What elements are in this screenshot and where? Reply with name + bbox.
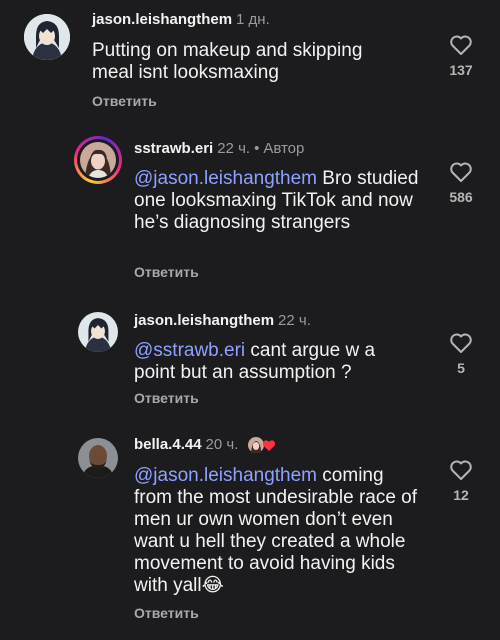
- like-button[interactable]: 12: [441, 459, 481, 503]
- avatar[interactable]: [24, 14, 70, 60]
- story-ring[interactable]: [74, 136, 122, 184]
- avatar-photo-icon: [78, 438, 118, 478]
- comment-item: sstrawb.eri 22 ч. • Автор @jason.leishangth…: [0, 120, 500, 290]
- like-button[interactable]: 5: [441, 332, 481, 376]
- mention-link[interactable]: @jason.leishangthem: [134, 465, 317, 486]
- comment-header: jason.leishangthem 22 ч.: [134, 312, 311, 329]
- reply-button[interactable]: Ответить: [134, 264, 199, 280]
- author-liked-badge: [247, 436, 277, 454]
- avatar[interactable]: [78, 438, 118, 478]
- avatar-anime-portrait-icon: [78, 312, 118, 352]
- avatar-anime-portrait-icon: [24, 14, 70, 60]
- like-count: 5: [457, 360, 465, 376]
- comment-body: Putting on makeup and skipping meal isnt…: [92, 40, 363, 83]
- timestamp: 20 ч.: [205, 436, 239, 453]
- like-button[interactable]: 586: [441, 161, 481, 205]
- reply-button[interactable]: Ответить: [92, 93, 157, 109]
- timestamp: 1 дн.: [236, 11, 270, 28]
- avatar[interactable]: [78, 312, 118, 352]
- heart-outline-icon: [450, 35, 472, 55]
- like-count: 586: [449, 189, 473, 205]
- reply-button[interactable]: Ответить: [134, 390, 199, 406]
- avatar-photo-icon: [80, 142, 116, 178]
- heart-outline-icon: [450, 333, 472, 353]
- mention-link[interactable]: @jason.leishangthem: [134, 168, 317, 189]
- username[interactable]: jason.leishangthem: [134, 312, 274, 329]
- comment-text: @jason.leishangthem coming from the most…: [134, 465, 424, 597]
- like-count: 12: [453, 487, 469, 503]
- comment-text: Putting on makeup and skipping meal isnt…: [92, 40, 392, 84]
- timestamp: 22 ч.: [217, 140, 251, 157]
- mention-link[interactable]: @sstrawb.eri: [134, 340, 245, 361]
- reply-button[interactable]: Ответить: [134, 605, 199, 621]
- username[interactable]: bella.4.44: [134, 436, 202, 453]
- heart-outline-icon: [450, 460, 472, 480]
- username[interactable]: jason.leishangthem: [92, 11, 232, 28]
- comment-text: @jason.leishangthem Bro studied one look…: [134, 168, 424, 234]
- comment-item: jason.leishangthem 1 дн. Putting on makeu…: [0, 0, 500, 120]
- author-badge: Автор: [263, 140, 305, 157]
- comment-header: sstrawb.eri 22 ч. • Автор: [134, 140, 304, 157]
- username[interactable]: sstrawb.eri: [134, 140, 213, 157]
- author-liked-heart-icon: [247, 437, 275, 454]
- comment-item: bella.4.44 20 ч. @jason.leishangthem comi…: [0, 420, 500, 640]
- timestamp: 22 ч.: [278, 312, 311, 329]
- comment-text: @sstrawb.eri cant argue w a point but an…: [134, 340, 409, 384]
- separator-dot: •: [254, 140, 260, 157]
- comment-header: bella.4.44 20 ч.: [134, 436, 277, 454]
- comment-item: jason.leishangthem 22 ч. @sstrawb.eri can…: [0, 290, 500, 420]
- comment-header: jason.leishangthem 1 дн.: [92, 11, 270, 28]
- heart-outline-icon: [450, 162, 472, 182]
- like-count: 137: [449, 62, 473, 78]
- avatar: [80, 142, 116, 178]
- like-button[interactable]: 137: [441, 34, 481, 78]
